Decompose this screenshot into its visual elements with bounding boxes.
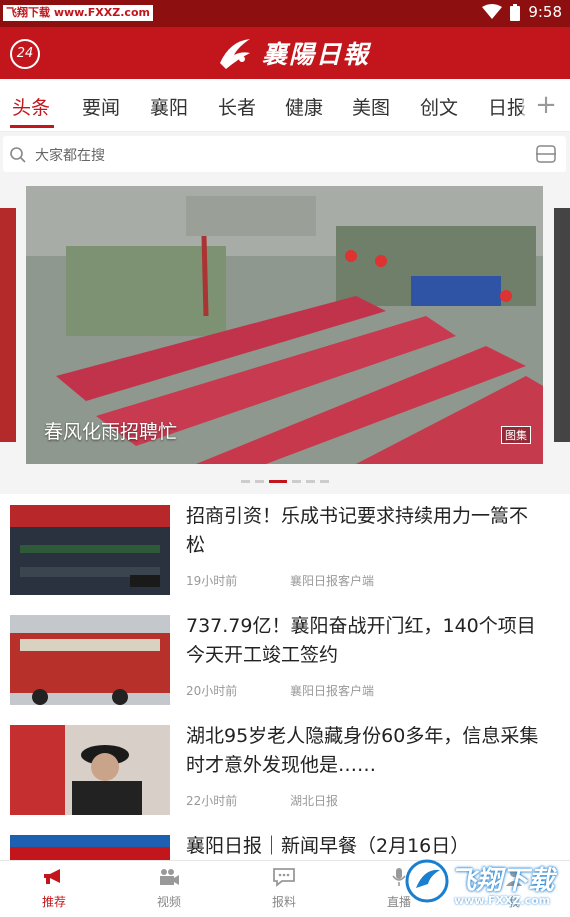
watermark-logo-icon <box>405 859 449 903</box>
tab-daily[interactable]: 日报 <box>488 93 526 120</box>
news-title: 湖北95岁老人隐藏身份60多年，信息采集时才意外发现他是…… <box>186 725 539 776</box>
brand-logo: 襄陽日報 <box>216 33 370 73</box>
news-source: 襄阳日报客户端 <box>290 684 375 698</box>
clock: 9:58 <box>528 3 562 21</box>
news-time: 22小时前 <box>186 794 238 808</box>
active-tab-indicator <box>10 125 54 128</box>
app-header: 24 襄陽日報 <box>0 27 570 79</box>
battery-icon <box>510 3 521 21</box>
news-thumbnail <box>10 725 170 815</box>
nav-video[interactable]: 视频 <box>129 867 209 910</box>
carousel-dot-active <box>269 480 287 483</box>
scan-icon[interactable] <box>536 145 556 163</box>
wifi-icon <box>482 4 503 19</box>
channel-tabs: 头条 要闻 襄阳 长者 健康 美图 创文 日报 + <box>0 79 570 132</box>
carousel-dot <box>320 480 329 483</box>
prev-slide-peek[interactable] <box>0 208 16 442</box>
banner-carousel: 春风化雨招聘忙 图集 <box>0 178 570 494</box>
nav-label: 报料 <box>271 895 296 909</box>
status-bar: 飞翔下载 www.FXXZ.com 9:58 <box>0 0 570 27</box>
carousel-dot <box>255 480 264 483</box>
search-icon <box>10 147 26 163</box>
nav-report[interactable]: 报料 <box>244 867 324 910</box>
plus-icon: + <box>535 90 557 120</box>
search-placeholder: 大家都在搜 <box>35 148 105 164</box>
nav-label: 视频 <box>156 895 181 909</box>
watermark-top: 飞翔下载 www.FXXZ.com <box>3 5 153 21</box>
tab-photos[interactable]: 美图 <box>352 93 390 120</box>
logo-swoosh-icon <box>220 39 250 69</box>
tab-health[interactable]: 健康 <box>285 93 323 120</box>
chat-icon <box>273 868 295 887</box>
tab-elders[interactable]: 长者 <box>218 93 256 120</box>
status-right: 9:58 <box>482 3 562 21</box>
news-item[interactable]: 737.79亿！襄阳奋战开门红，140个项目今天开工竣工签约 20小时前 襄阳日… <box>0 604 570 715</box>
tab-headline[interactable]: 头条 <box>12 93 50 120</box>
24h-button[interactable]: 24 <box>10 39 40 69</box>
search-bar: 大家都在搜 <box>0 132 570 178</box>
news-item[interactable]: 湖北95岁老人隐藏身份60多年，信息采集时才意外发现他是…… 22小时前 湖北日… <box>0 714 570 825</box>
news-source: 襄阳日报客户端 <box>290 574 375 588</box>
tab-xiangyang[interactable]: 襄阳 <box>150 93 188 120</box>
brand-title: 襄陽日報 <box>262 40 371 69</box>
news-source: 湖北日报 <box>290 794 339 808</box>
news-time: 19小时前 <box>186 574 238 588</box>
watermark-bottom-url: www.FXXZ.com <box>454 894 551 907</box>
news-item[interactable]: 招商引资！乐成书记要求持续用力一篙不松 19小时前 襄阳日报客户端 <box>0 494 570 605</box>
search-input[interactable]: 大家都在搜 <box>3 136 566 172</box>
video-camera-icon <box>160 869 179 885</box>
news-thumbnail <box>10 835 170 860</box>
watermark-bottom: 飞翔下载 www.FXXZ.com <box>404 856 564 916</box>
tab-news[interactable]: 要闻 <box>82 93 120 120</box>
carousel-dot <box>292 480 301 483</box>
carousel-dot <box>306 480 315 483</box>
next-slide-peek[interactable] <box>554 208 570 442</box>
nav-label: 推荐 <box>41 895 66 909</box>
banner-slide[interactable]: 春风化雨招聘忙 图集 <box>26 186 543 464</box>
gallery-badge: 图集 <box>501 426 531 444</box>
news-item[interactable]: 襄阳日报｜新闻早餐（2月16日） <box>0 824 570 860</box>
news-title: 招商引资！乐成书记要求持续用力一篙不松 <box>186 505 529 556</box>
banner-caption: 春风化雨招聘忙 <box>44 421 178 443</box>
news-time: 20小时前 <box>186 684 238 698</box>
carousel-dots <box>0 480 570 486</box>
news-thumbnail <box>10 615 170 705</box>
nav-recommend[interactable]: 推荐 <box>14 867 94 910</box>
add-channel-button[interactable]: + <box>522 79 570 131</box>
megaphone-icon <box>44 869 60 884</box>
tab-civilization[interactable]: 创文 <box>420 93 458 120</box>
carousel-dot <box>241 480 250 483</box>
news-title: 737.79亿！襄阳奋战开门红，140个项目今天开工竣工签约 <box>186 615 536 666</box>
watermark-bottom-text: 飞翔下载 <box>450 866 555 896</box>
news-thumbnail <box>10 505 170 595</box>
